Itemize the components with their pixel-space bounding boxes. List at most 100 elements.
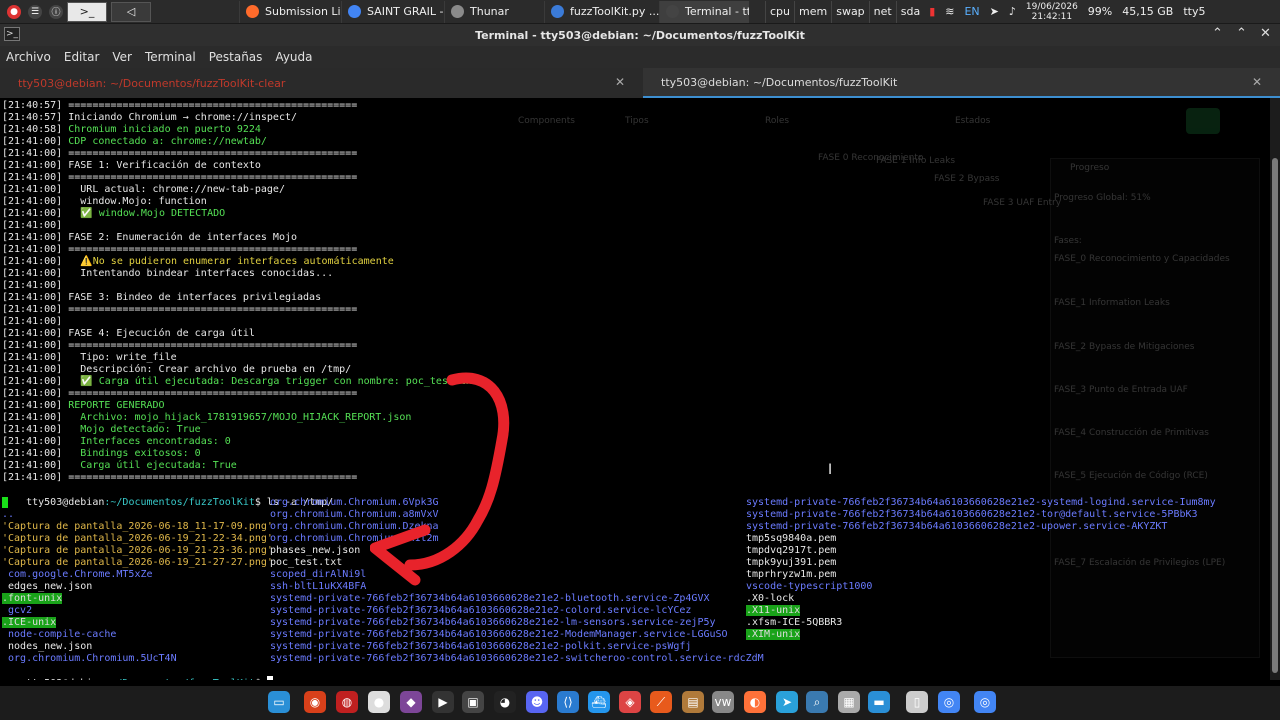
task-label: Terminal - tty5...: [685, 5, 749, 18]
window-title-bar[interactable]: >_ Terminal - tty503@debian: ~/Documento…: [0, 24, 1280, 46]
ls-entry-name: org.chromium.Chromium.Dzekna: [270, 521, 439, 532]
menu-archivo[interactable]: Archivo: [6, 50, 51, 64]
menu-ver[interactable]: Ver: [112, 50, 132, 64]
telegram-icon[interactable]: ➤: [776, 691, 798, 713]
menu-terminal[interactable]: Terminal: [145, 50, 196, 64]
chrome-2-icon[interactable]: ◎: [974, 691, 996, 713]
ghost-label: Progreso: [1070, 163, 1110, 173]
clipboard-icon[interactable]: ▯: [906, 691, 928, 713]
terminal-icon[interactable]: ▶: [432, 691, 454, 713]
tab-close-icon[interactable]: ✕: [615, 75, 625, 89]
task-label: Thunar: [470, 5, 509, 18]
monitor-mem[interactable]: mem: [794, 0, 831, 23]
chrome-icon[interactable]: ◎: [938, 691, 960, 713]
log-line: [21:41:00]: [2, 220, 62, 232]
ls-entry-name: systemd-private-766feb2f36734b64a6103660…: [270, 593, 710, 604]
search-tool-icon[interactable]: ⌕: [806, 691, 828, 713]
task-button[interactable]: Thunar: [444, 0, 544, 23]
tab-close-icon[interactable]: ✕: [1252, 75, 1262, 89]
tor-browser-icon[interactable]: ◆: [400, 691, 422, 713]
log-timestamp: [21:41:00]: [2, 148, 63, 159]
vmware-icon[interactable]: vw: [712, 691, 734, 713]
log-line: [21:41:00] Intentando bindear interfaces…: [2, 268, 333, 280]
ls-entry: org.chromium.Chromium.Dzekna: [270, 521, 764, 533]
log-text: ========================================…: [62, 340, 358, 351]
log-timestamp: [21:41:00]: [2, 256, 63, 267]
app-red-icon[interactable]: ◉: [304, 691, 326, 713]
monitor-sda[interactable]: sda: [895, 0, 924, 23]
app-brown-icon[interactable]: ▤: [682, 691, 704, 713]
ls-entry: tmpk9yuj391.pem: [746, 557, 1216, 569]
clock[interactable]: 19/06/2026 21:42:11: [1021, 1, 1083, 23]
monitor-swap[interactable]: swap: [831, 0, 868, 23]
minimize-icon[interactable]: ⌃: [1212, 26, 1223, 41]
workspace-2-button[interactable]: ◁: [111, 1, 151, 22]
wifi-icon[interactable]: ≋: [940, 1, 959, 23]
task-button[interactable]: Submission Li...: [239, 0, 341, 23]
log-timestamp: [21:41:00]: [2, 184, 63, 195]
show-desktop-icon[interactable]: ▭: [268, 691, 290, 713]
task-label: Submission Li...: [265, 5, 341, 18]
final-prompt-symbol: $: [255, 678, 267, 680]
app-spiral-icon[interactable]: ◍: [336, 691, 358, 713]
ls-entry: tmpdvq2917t.pem: [746, 545, 1216, 557]
workspace-1-button[interactable]: >_: [67, 1, 107, 22]
log-line: [21:41:00] Descripción: Crear archivo de…: [2, 364, 351, 376]
task-button[interactable]: fuzzToolKit.py ...: [544, 0, 659, 23]
monitor-cpu[interactable]: cpu: [765, 0, 794, 23]
tab-fuzztoolkit-clear[interactable]: tty503@debian: ~/Documentos/fuzzToolKit-…: [0, 68, 643, 98]
vscode-icon[interactable]: ⟨⟩: [557, 691, 579, 713]
ghost-button: [1186, 108, 1220, 134]
app-disc-icon[interactable]: ●: [368, 691, 390, 713]
wm-close-icon[interactable]: ●: [7, 4, 21, 19]
burp-icon[interactable]: ⟋: [650, 691, 672, 713]
ghost-label: FASE_3 Punto de Entrada UAF: [1054, 385, 1188, 395]
ls-entry-name: .XIM-unix: [746, 629, 801, 640]
ghost-label: FASE 0 Reconocimiento: [818, 153, 924, 163]
ls-entry: .xfsm-ICE-5QBBR3: [746, 617, 1216, 629]
disk-free[interactable]: 45,15 GB: [1117, 1, 1178, 23]
task-button[interactable]: SAINT GRAIL -...: [341, 0, 444, 23]
log-line: [21:40:57] Iniciando Chromium → chrome:/…: [2, 112, 297, 124]
monitor-net[interactable]: net: [868, 0, 896, 23]
log-timestamp: [21:41:00]: [2, 280, 63, 291]
github-icon[interactable]: ◕: [494, 691, 516, 713]
app-dark-icon[interactable]: ▣: [462, 691, 484, 713]
close-icon[interactable]: ✕: [1260, 26, 1271, 41]
chromium-alt-icon[interactable]: ◈: [619, 691, 641, 713]
terminal-output[interactable]: Components Tipos Roles Estados FASE 0 Recono…: [0, 98, 1270, 680]
ls-entry: .font-unix: [2, 593, 273, 605]
top-panel: ● ☰ ⓘ >_ ◁ Submission Li... SAINT GRAIL -…: [0, 0, 1280, 24]
panel-user[interactable]: tty5: [1178, 1, 1210, 23]
tab-fuzztoolkit[interactable]: tty503@debian: ~/Documentos/fuzzToolKit …: [643, 68, 1280, 98]
ls-entry: ssh-bltL1uKX4BFA: [270, 581, 764, 593]
menu-ayuda[interactable]: Ayuda: [275, 50, 312, 64]
ls-entry: systemd-private-766feb2f36734b64a6103660…: [270, 641, 764, 653]
ls-entry-name: .font-unix: [2, 593, 63, 604]
battery-alert-icon[interactable]: ▮: [924, 1, 940, 23]
menu-editar[interactable]: Editar: [64, 50, 100, 64]
log-timestamp: [21:41:00]: [2, 364, 63, 375]
task-button[interactable]: Terminal - tty5...: [659, 0, 749, 23]
terminal-scrollbar[interactable]: [1270, 98, 1280, 680]
ghost-label: FASE_4 Construcción de Primitivas: [1054, 428, 1209, 438]
wm-menu-icon[interactable]: ☰: [28, 4, 42, 19]
ls-entry-name: systemd-private-766feb2f36734b64a6103660…: [270, 653, 764, 664]
keyboard-lang[interactable]: EN: [959, 1, 984, 23]
wm-info-icon[interactable]: ⓘ: [49, 4, 63, 19]
files-icon[interactable]: ▬: [868, 691, 890, 713]
scrollbar-thumb[interactable]: [1272, 158, 1278, 673]
log-timestamp: [21:41:00]: [2, 244, 63, 255]
menu-pestanas[interactable]: Pestañas: [209, 50, 263, 64]
app-grid-icon[interactable]: ▦: [838, 691, 860, 713]
maximize-icon[interactable]: ⌃: [1236, 26, 1247, 41]
log-timestamp: [21:41:00]: [2, 412, 63, 423]
firefox-icon[interactable]: ◐: [744, 691, 766, 713]
ghost-label: FASE 3 UAF Entry: [983, 198, 1062, 208]
docker-icon[interactable]: ⛴: [588, 691, 610, 713]
bell-icon[interactable]: ♪: [1004, 1, 1021, 23]
discord-icon[interactable]: ☻: [526, 691, 548, 713]
ls-entry: systemd-private-766feb2f36734b64a6103660…: [270, 593, 764, 605]
send-icon[interactable]: ➤: [985, 1, 1004, 23]
battery-percent[interactable]: 99%: [1083, 1, 1117, 23]
